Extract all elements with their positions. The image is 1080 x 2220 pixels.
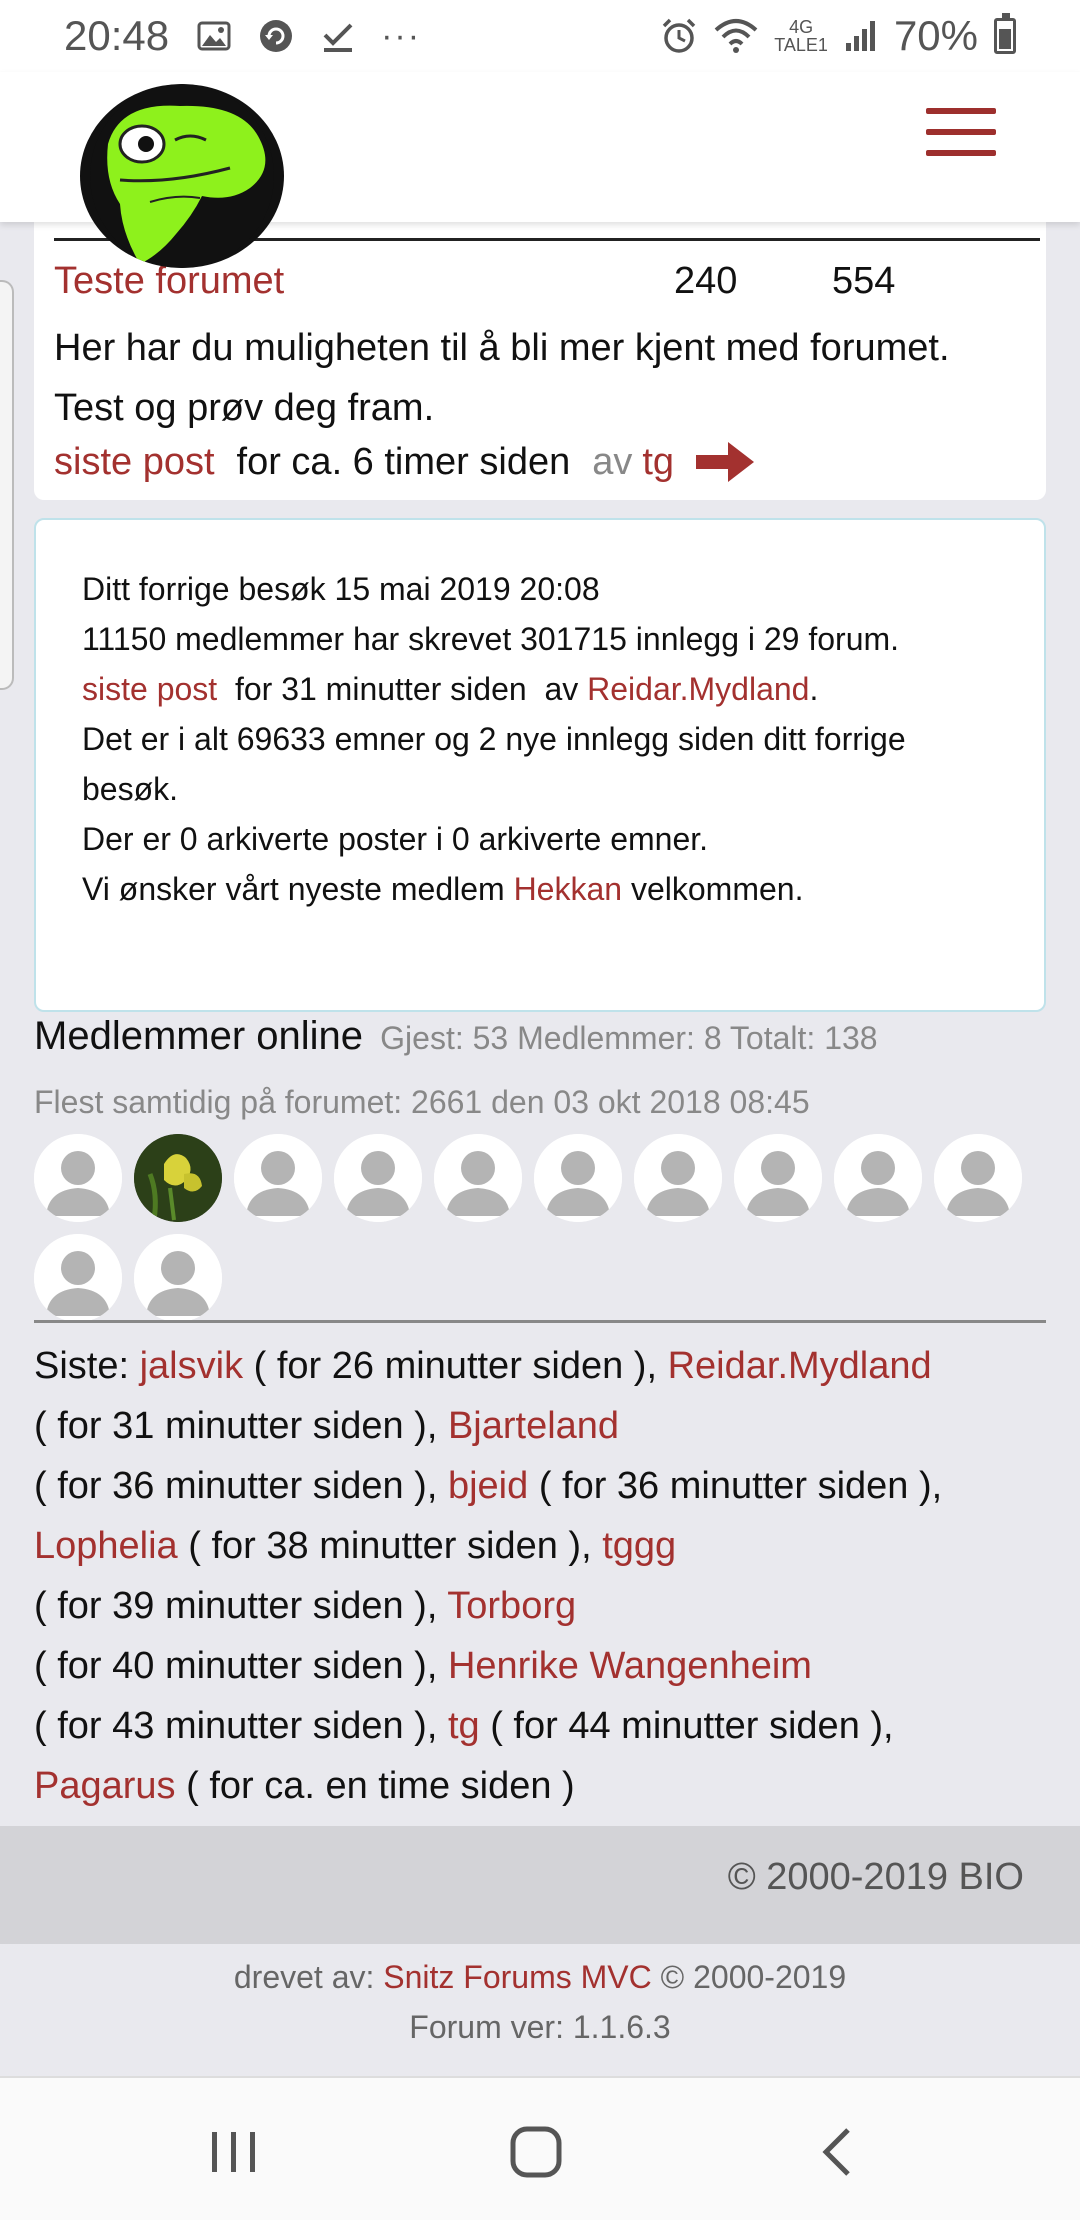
- recent-user-link[interactable]: tg: [448, 1705, 480, 1747]
- recent-label: Siste:: [34, 1345, 130, 1387]
- recent-visitors: Siste: jalsvik ( for 26 minutter siden )…: [34, 1336, 1054, 1816]
- signal-icon: [845, 21, 875, 51]
- by-label: av: [592, 440, 633, 483]
- recent-user-link[interactable]: Henrike Wangenheim: [448, 1645, 812, 1687]
- stats-last-post: siste post for 31 minutter siden av Reid…: [82, 671, 819, 707]
- recent-user-time: ( for 44 minutter siden ),: [490, 1705, 894, 1747]
- members-online-summary: Gjest: 53 Medlemmer: 8 Totalt: 138: [380, 1020, 878, 1056]
- gallery-icon: [197, 21, 231, 51]
- recent-user-link[interactable]: tggg: [602, 1525, 676, 1567]
- recent-user-time: ( for 36 minutter siden ),: [538, 1465, 943, 1507]
- recent-user-time: ( for 39 minutter siden ),: [34, 1585, 438, 1627]
- frog-logo-icon[interactable]: [80, 84, 284, 268]
- forum-row: Teste forumet 240 554: [54, 260, 1026, 310]
- status-time: 20:48: [64, 12, 170, 59]
- sync-icon: [260, 20, 293, 52]
- forum-last-post: siste post for ca. 6 timer siden av tg: [54, 438, 758, 486]
- avatar[interactable]: [234, 1134, 322, 1222]
- topics-summary: Det er i alt 69633 emner og 2 nye innleg…: [82, 721, 906, 807]
- alarm-icon: [662, 18, 696, 53]
- battery-icon: [994, 13, 1016, 54]
- powered-label: drevet av:: [233, 1959, 375, 1995]
- avatar[interactable]: [34, 1234, 122, 1322]
- recent-user-link[interactable]: Bjarteland: [448, 1405, 619, 1447]
- copyright: © 2000-2019 BIO: [727, 1856, 1024, 1898]
- recent-user-link[interactable]: Reidar.Mydland: [668, 1345, 932, 1387]
- side-drawer-handle[interactable]: [0, 280, 14, 690]
- members-summary: 11150 medlemmer har skrevet 301715 innle…: [82, 621, 900, 657]
- last-post-link[interactable]: siste post: [54, 441, 215, 484]
- last-post-author-link[interactable]: tg: [642, 441, 674, 484]
- recent-user-time: ( for 38 minutter siden ),: [188, 1525, 592, 1567]
- recent-user-link[interactable]: Pagarus: [34, 1765, 176, 1807]
- avatar[interactable]: [634, 1134, 722, 1222]
- forum-description: Her har du muligheten til å bli mer kjen…: [54, 327, 950, 429]
- recent-user-time: ( for ca. en time siden ): [186, 1765, 575, 1807]
- recent-user-link[interactable]: Torborg: [447, 1585, 576, 1627]
- avatar[interactable]: [34, 1134, 122, 1222]
- forum-statistics: Ditt forrige besøk 15 mai 2019 20:08 111…: [34, 518, 1046, 1012]
- forum-version: Forum ver: 1.1.6.3: [409, 2009, 671, 2045]
- more-notifications-icon: ···: [381, 16, 422, 55]
- recent-user-time: ( for 36 minutter siden ),: [34, 1465, 438, 1507]
- newest-member-welcome: Vi ønsker vårt nyeste medlem Hekkan velk…: [82, 871, 804, 907]
- wifi-icon: [714, 19, 758, 53]
- avatar[interactable]: [934, 1134, 1022, 1222]
- avatar[interactable]: [434, 1134, 522, 1222]
- recent-user-time: ( for 43 minutter siden ),: [34, 1705, 438, 1747]
- members-online-title: Medlemmer online: [34, 1014, 364, 1058]
- forum-topic-count: 240: [674, 260, 738, 302]
- avatar[interactable]: [834, 1134, 922, 1222]
- stats-last-post-author-link[interactable]: Reidar.Mydland: [587, 671, 809, 707]
- last-post-time: for ca. 6 timer siden: [236, 440, 571, 483]
- newest-member-link[interactable]: Hekkan: [514, 871, 623, 907]
- avatar[interactable]: [734, 1134, 822, 1222]
- snitz-forums-link[interactable]: Snitz Forums MVC: [383, 1959, 651, 1995]
- status-bar: 20:48 ··· 4G TALE1 70%: [0, 0, 1080, 72]
- recent-user-link[interactable]: bjeid: [448, 1465, 528, 1507]
- powered-years: © 2000-2019: [660, 1959, 847, 1995]
- check-download-icon: [323, 23, 353, 52]
- avatar[interactable]: [334, 1134, 422, 1222]
- avatar[interactable]: [134, 1234, 222, 1322]
- arrow-right-icon[interactable]: [692, 438, 758, 486]
- divider: [34, 1320, 1046, 1323]
- app-header: [0, 72, 1080, 268]
- peak-online: Flest samtidig på forumet: 2661 den 03 o…: [34, 1084, 810, 1120]
- battery-percent: 70%: [893, 12, 978, 59]
- recent-apps-icon[interactable]: [204, 2122, 264, 2182]
- hamburger-menu-icon[interactable]: [926, 108, 996, 156]
- archive-summary: Der er 0 arkiverte poster i 0 arkiverte …: [82, 821, 709, 857]
- powered-by: drevet av: Snitz Forums MVC © 2000-2019 …: [0, 1944, 1080, 2076]
- network-type: 4G TALE1: [774, 17, 828, 55]
- recent-user-time: ( for 31 minutter siden ),: [34, 1405, 438, 1447]
- system-nav-bar: [0, 2076, 1080, 2220]
- home-icon[interactable]: [506, 2122, 566, 2182]
- recent-user-time: ( for 26 minutter siden ),: [253, 1345, 658, 1387]
- recent-user-link[interactable]: Lophelia: [34, 1525, 178, 1567]
- previous-visit: Ditt forrige besøk 15 mai 2019 20:08: [82, 571, 600, 607]
- footer: © 2000-2019 BIO: [0, 1826, 1080, 1944]
- stats-last-post-link[interactable]: siste post: [82, 671, 217, 707]
- recent-user-time: ( for 40 minutter siden ),: [34, 1645, 438, 1687]
- avatar[interactable]: [534, 1134, 622, 1222]
- recent-user-link[interactable]: jalsvik: [140, 1345, 243, 1387]
- online-avatars: [34, 1134, 1044, 1322]
- members-online-heading: Medlemmer online Gjest: 53 Medlemmer: 8 …: [34, 1014, 878, 1059]
- back-icon[interactable]: [810, 2122, 870, 2182]
- avatar[interactable]: [134, 1134, 222, 1222]
- forum-post-count: 554: [832, 260, 896, 302]
